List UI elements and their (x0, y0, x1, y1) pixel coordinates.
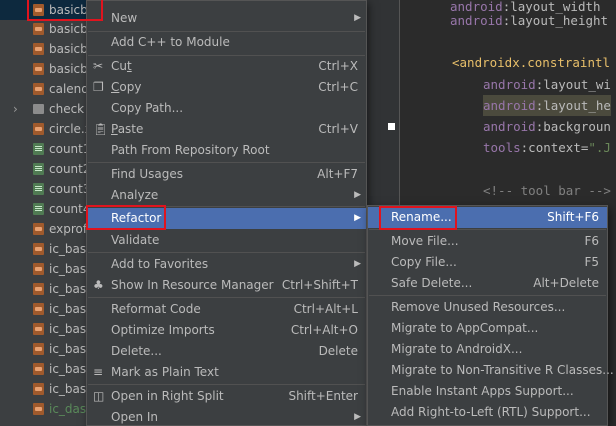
menu-item-cut[interactable]: ✂ Cut Ctrl+X (87, 56, 366, 77)
resource-manager-icon: ♣ (93, 278, 104, 292)
menu-separator (88, 297, 365, 298)
menu-item-copy-path[interactable]: Copy Path... (87, 98, 366, 119)
submenu-item-remove-unused[interactable]: Remove Unused Resources... (368, 297, 607, 318)
xml-file-icon (33, 4, 44, 16)
submenu-item-migrate-appcompat[interactable]: Migrate to AppCompat... (368, 318, 607, 339)
menu-item-validate[interactable]: Validate (87, 230, 366, 251)
gutter-marker-icon (388, 123, 395, 130)
code-line: <androidx.constraintl (452, 55, 611, 70)
menu-item-paste[interactable]: 📋︎ Paste Ctrl+V (87, 119, 366, 140)
xml-file-icon (33, 343, 44, 355)
code-line: android:layout_wi (483, 77, 611, 92)
menu-item-copy[interactable]: ❐ Copy Ctrl+C (87, 77, 366, 98)
xml-file-icon (33, 403, 44, 415)
split-icon: ◫ (93, 389, 105, 403)
menu-item-add-favorites[interactable]: Add to Favorites ▶ (87, 254, 366, 275)
xml-file-icon (33, 263, 44, 275)
submenu-arrow-icon: ▶ (354, 259, 361, 269)
menu-item-analyze[interactable]: Analyze ▶ (87, 185, 366, 206)
menu-separator (369, 229, 606, 230)
code-file-icon (33, 183, 44, 195)
xml-file-icon (33, 223, 44, 235)
menu-item-delete[interactable]: Delete... Delete (87, 341, 366, 362)
menu-item-add-cpp[interactable]: Add C++ to Module (87, 32, 366, 53)
context-menu: New ▶ Add C++ to Module ✂ Cut Ctrl+X ❐ C… (86, 0, 367, 426)
xml-file-icon (33, 283, 44, 295)
xml-file-icon (33, 243, 44, 255)
submenu-item-copy-file[interactable]: Copy File... F5 (368, 252, 607, 273)
menu-item-path-from-root[interactable]: Path From Repository Root (87, 140, 366, 161)
submenu-item-safe-delete[interactable]: Safe Delete... Alt+Delete (368, 273, 607, 294)
submenu-arrow-icon: ▶ (354, 13, 361, 23)
code-file-icon (33, 203, 44, 215)
submenu-item-rename[interactable]: Rename... Shift+F6 (368, 207, 607, 228)
cut-label: Cut (111, 59, 132, 73)
submenu-item-migrate-non-transitive[interactable]: Migrate to Non-Transitive R Classes... (368, 360, 614, 381)
scissors-icon: ✂ (93, 59, 104, 73)
refactor-submenu: Rename... Shift+F6 Move File... F6 Copy … (367, 205, 614, 426)
menu-item-open-right-split[interactable]: ◫ Open in Right Split Shift+Enter (87, 386, 366, 407)
menu-item-new[interactable]: New ▶ (87, 8, 366, 29)
menu-separator (369, 295, 606, 296)
menu-item-reformat-code[interactable]: Reformat Code Ctrl+Alt+L (87, 299, 366, 320)
xml-file-icon (33, 123, 44, 135)
paste-label: Paste (111, 122, 144, 136)
xml-file-icon (33, 43, 44, 55)
xml-file-icon (33, 363, 44, 375)
chevron-right-icon[interactable]: › (13, 99, 18, 119)
folder-icon (33, 104, 44, 114)
xml-file-icon (33, 83, 44, 95)
menu-item-open-in[interactable]: Open In ▶ (87, 407, 366, 426)
submenu-item-instant-apps[interactable]: Enable Instant Apps Support... (368, 381, 607, 402)
code-file-icon (33, 143, 44, 155)
submenu-arrow-icon: ▶ (354, 213, 361, 223)
code-line: android:backgroun (483, 119, 611, 134)
menu-item-resource-manager[interactable]: ♣ Show In Resource Manager Ctrl+Shift+T (87, 275, 366, 296)
submenu-arrow-icon: ▶ (354, 190, 361, 200)
xml-file-icon (33, 303, 44, 315)
xml-file-icon (33, 383, 44, 395)
submenu-item-rtl-support[interactable]: Add Right-to-Left (RTL) Support... (368, 402, 607, 423)
menu-item-mark-plain-text[interactable]: ≡ Mark as Plain Text (87, 362, 366, 383)
xml-file-icon (33, 23, 44, 35)
submenu-item-move-file[interactable]: Move File... F6 (368, 231, 607, 252)
code-line: android:layout_he (483, 95, 611, 116)
code-line: tools:context=".J (483, 140, 611, 155)
code-line: android:layout_height (450, 13, 609, 28)
menu-separator (88, 384, 365, 385)
menu-item-optimize-imports[interactable]: Optimize Imports Ctrl+Alt+O (87, 320, 366, 341)
menu-item-find-usages[interactable]: Find Usages Alt+F7 (87, 164, 366, 185)
menu-separator (88, 252, 365, 253)
submenu-arrow-icon: ▶ (354, 412, 361, 422)
menu-item-refactor[interactable]: Refactor ▶ (87, 208, 366, 229)
xml-file-icon (33, 63, 44, 75)
xml-file-icon (33, 323, 44, 335)
menu-separator (88, 206, 365, 207)
copy-icon: ❐ (93, 80, 104, 94)
copy-label: Copy (111, 80, 142, 94)
code-file-icon (33, 163, 44, 175)
paste-icon: 📋︎ (93, 122, 109, 136)
menu-separator (88, 162, 365, 163)
plain-text-icon: ≡ (93, 365, 104, 379)
submenu-item-migrate-androidx[interactable]: Migrate to AndroidX... (368, 339, 607, 360)
code-line: <!-- tool bar --> (483, 183, 611, 198)
